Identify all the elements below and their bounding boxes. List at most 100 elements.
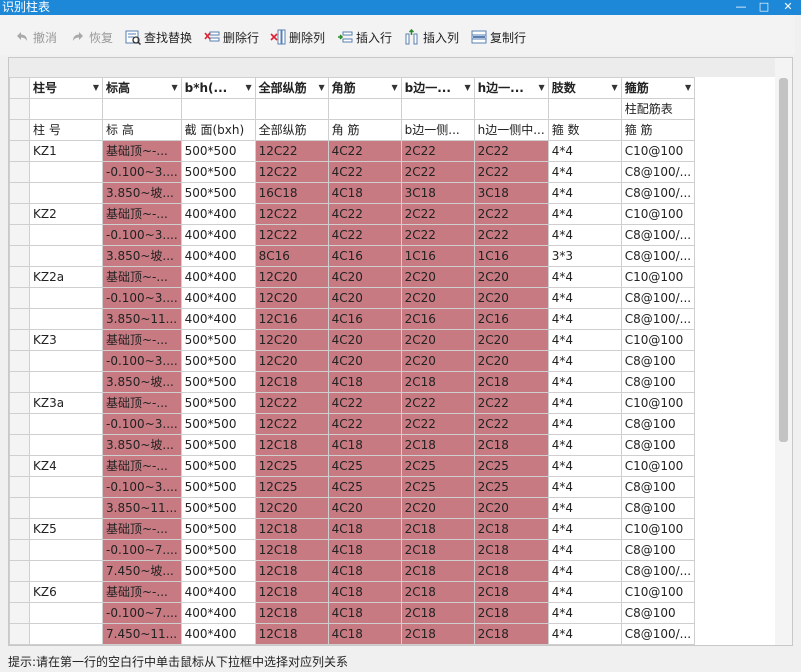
table-cell[interactable]: 2C20 <box>400 266 475 288</box>
table-cell[interactable] <box>102 98 182 120</box>
table-cell[interactable]: C8@100/... <box>620 623 696 645</box>
table-cell[interactable]: KZ1 <box>29 140 103 162</box>
row-header[interactable] <box>9 224 30 246</box>
table-cell[interactable]: 2C18 <box>473 581 549 603</box>
table-cell[interactable]: 2C22 <box>400 224 475 246</box>
table-cell[interactable]: 12C20 <box>254 350 329 372</box>
table-cell[interactable]: 8C16 <box>254 245 329 267</box>
table-cell[interactable]: C10@100 <box>620 518 696 540</box>
table-cell[interactable]: 4C22 <box>327 392 402 414</box>
table-cell[interactable]: 4C22 <box>327 140 402 162</box>
table-cell[interactable]: -0.100~3.... <box>102 413 182 435</box>
table-cell[interactable]: 2C20 <box>400 329 475 351</box>
dropdown-arrow-icon[interactable]: ▼ <box>245 79 251 98</box>
table-cell[interactable]: 2C22 <box>400 413 475 435</box>
table-cell[interactable]: C10@100 <box>620 329 696 351</box>
table-cell[interactable]: 4*4 <box>547 518 622 540</box>
table-cell[interactable]: 4C22 <box>327 413 402 435</box>
insert-row-button[interactable]: 插入行 <box>337 27 392 47</box>
table-cell[interactable] <box>29 371 103 393</box>
table-cell[interactable] <box>29 350 103 372</box>
table-cell[interactable]: C8@100 <box>620 602 696 624</box>
row-header[interactable] <box>9 308 30 330</box>
table-cell[interactable]: C10@100 <box>620 392 696 414</box>
table-cell[interactable]: 4C18 <box>327 602 402 624</box>
dropdown-arrow-icon[interactable]: ▼ <box>685 79 691 98</box>
row-header[interactable] <box>9 245 30 267</box>
table-cell[interactable]: 500*500 <box>180 329 256 351</box>
column-mapping-dropdown[interactable]: h边一... ▼ <box>473 77 549 99</box>
table-cell[interactable]: -0.100~7.... <box>102 539 182 561</box>
table-cell[interactable]: 16C18 <box>254 182 329 204</box>
table-cell[interactable]: 4C25 <box>327 476 402 498</box>
close-icon[interactable]: ✕ <box>778 0 798 15</box>
table-cell[interactable] <box>29 413 103 435</box>
table-cell[interactable]: 12C20 <box>254 497 329 519</box>
table-cell[interactable]: 3*3 <box>547 245 622 267</box>
table-cell[interactable]: 4*4 <box>547 140 622 162</box>
table-cell[interactable]: 400*400 <box>180 245 256 267</box>
row-header[interactable] <box>9 161 30 183</box>
table-cell[interactable]: 12C22 <box>254 413 329 435</box>
row-header[interactable] <box>9 434 30 456</box>
table-cell[interactable]: C10@100 <box>620 455 696 477</box>
table-cell[interactable]: 4C20 <box>327 350 402 372</box>
table-cell[interactable]: 500*500 <box>180 182 256 204</box>
table-cell[interactable]: 4*4 <box>547 392 622 414</box>
dropdown-arrow-icon[interactable]: ▼ <box>93 79 99 98</box>
table-cell[interactable]: 2C25 <box>400 455 475 477</box>
table-cell[interactable]: 500*500 <box>180 392 256 414</box>
table-cell[interactable]: 400*400 <box>180 602 256 624</box>
table-cell[interactable]: 2C18 <box>400 623 475 645</box>
table-cell[interactable]: 4C20 <box>327 287 402 309</box>
table-cell[interactable] <box>29 539 103 561</box>
scrollbar-thumb[interactable] <box>779 78 788 442</box>
table-cell[interactable]: 12C18 <box>254 560 329 582</box>
copy-row-button[interactable]: 复制行 <box>471 27 526 47</box>
table-cell[interactable]: 4C20 <box>327 497 402 519</box>
table-cell[interactable]: 500*500 <box>180 560 256 582</box>
row-header[interactable] <box>9 329 30 351</box>
table-cell[interactable]: 4C16 <box>327 308 402 330</box>
table-cell[interactable]: 400*400 <box>180 308 256 330</box>
column-mapping-dropdown[interactable]: 柱号 ▼ <box>29 77 103 99</box>
table-cell[interactable] <box>29 602 103 624</box>
table-cell[interactable]: -0.100~3.... <box>102 476 182 498</box>
table-cell[interactable]: 2C22 <box>473 161 549 183</box>
table-cell[interactable]: C8@100 <box>620 413 696 435</box>
row-header[interactable] <box>9 413 30 435</box>
table-cell[interactable]: 2C18 <box>473 560 549 582</box>
table-cell[interactable]: 基础顶~-... <box>102 203 182 225</box>
row-header[interactable] <box>9 455 30 477</box>
table-cell[interactable]: 角 筋 <box>327 119 402 141</box>
table-cell[interactable]: 2C22 <box>400 161 475 183</box>
table-cell[interactable]: 4*4 <box>547 287 622 309</box>
table-cell[interactable]: 12C20 <box>254 287 329 309</box>
table-cell[interactable]: 12C22 <box>254 392 329 414</box>
table-cell[interactable]: 4C25 <box>327 455 402 477</box>
table-cell[interactable]: 4*4 <box>547 350 622 372</box>
table-cell[interactable]: 基础顶~-... <box>102 581 182 603</box>
table-cell[interactable]: C8@100/... <box>620 245 696 267</box>
table-cell[interactable]: 4C18 <box>327 518 402 540</box>
column-mapping-dropdown[interactable]: b*h(... ▼ <box>180 77 256 99</box>
table-cell[interactable]: C10@100 <box>620 266 696 288</box>
column-mapping-dropdown[interactable]: 标高 ▼ <box>102 77 182 99</box>
table-cell[interactable]: 柱配筋表 <box>620 98 696 120</box>
table-cell[interactable] <box>473 98 549 120</box>
table-cell[interactable]: 4C22 <box>327 224 402 246</box>
column-mapping-dropdown[interactable]: 肢数 ▼ <box>547 77 622 99</box>
table-cell[interactable]: 500*500 <box>180 455 256 477</box>
table-cell[interactable]: 7.450~11... <box>102 623 182 645</box>
row-header[interactable] <box>9 287 30 309</box>
table-cell[interactable]: 截 面(bxh) <box>180 119 256 141</box>
row-header[interactable] <box>9 266 30 288</box>
table-cell[interactable]: C8@100/... <box>620 308 696 330</box>
table-cell[interactable]: h边一侧中... <box>473 119 549 141</box>
column-mapping-dropdown[interactable]: 箍筋 ▼ <box>620 77 696 99</box>
table-cell[interactable]: C10@100 <box>620 203 696 225</box>
dropdown-arrow-icon[interactable]: ▼ <box>539 79 545 98</box>
dropdown-arrow-icon[interactable]: ▼ <box>391 79 397 98</box>
table-cell[interactable]: 400*400 <box>180 266 256 288</box>
table-cell[interactable]: 12C25 <box>254 476 329 498</box>
